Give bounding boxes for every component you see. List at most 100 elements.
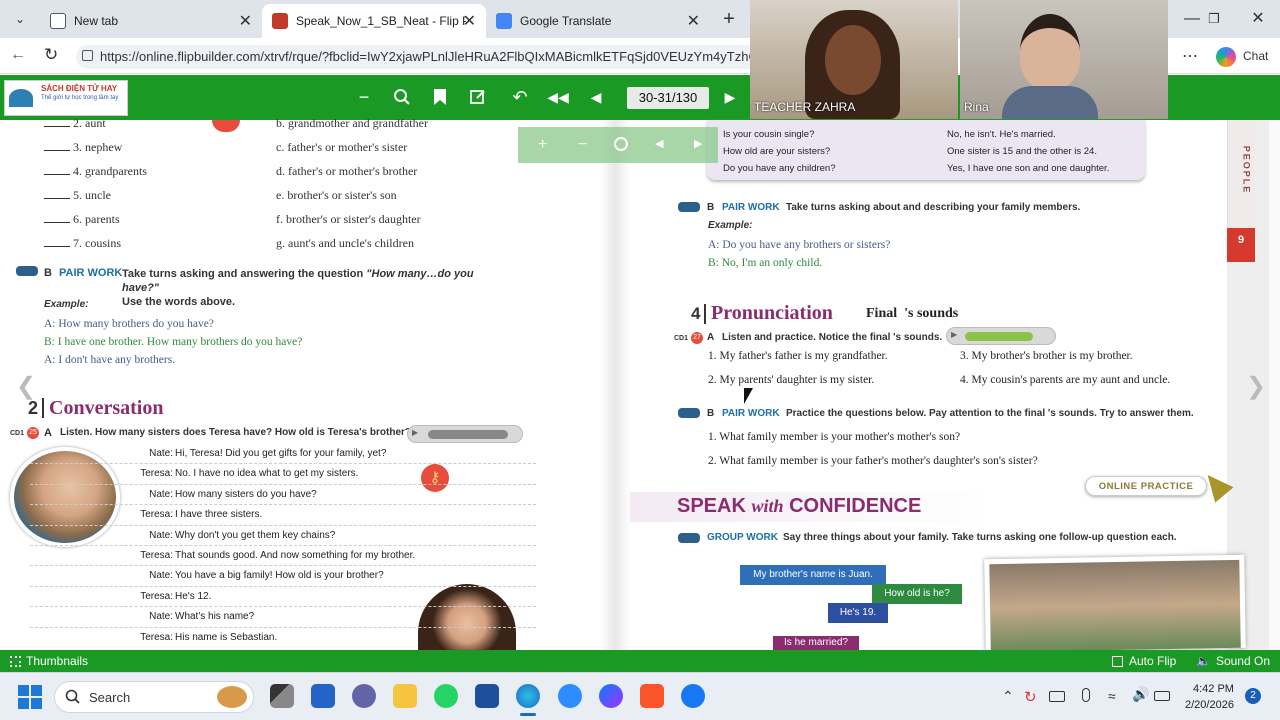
video-tile-teacher[interactable]: TEACHER ZAHRA — [750, 0, 958, 119]
tab-new-tab[interactable]: New tab ✕ — [40, 4, 262, 38]
zoom-out-icon[interactable]: − — [346, 75, 382, 120]
audio-track-bar[interactable] — [428, 430, 508, 439]
next-page-icon[interactable]: ▶ — [712, 75, 748, 120]
video-tile-student[interactable]: Rina — [960, 0, 1168, 119]
bookmark-icon[interactable] — [422, 75, 458, 120]
task-view-icon[interactable] — [270, 684, 294, 708]
sync-icon[interactable]: ↻ — [1024, 688, 1037, 706]
keyboard-icon[interactable] — [1049, 691, 1065, 702]
list-item: 1. My father's father is my grandfather. — [708, 350, 888, 362]
whatsapp-icon[interactable] — [434, 684, 458, 708]
tab-google-translate[interactable]: Google Translate ✕ — [486, 4, 710, 38]
close-icon[interactable]: ✕ — [239, 11, 252, 31]
store-icon[interactable] — [475, 684, 499, 708]
taskbar-search[interactable]: Search — [54, 681, 254, 713]
answer-blank — [44, 222, 70, 223]
edit-icon[interactable] — [460, 75, 496, 120]
photo-content — [989, 559, 1241, 653]
grammar-answers: No, he isn't. He's married. One sister i… — [947, 126, 1109, 177]
list-item: A: I don't have any brothers. — [44, 354, 176, 366]
tab-list-button[interactable]: ⌄ — [8, 7, 32, 31]
online-practice-badge[interactable]: ONLINE PRACTICE — [1085, 476, 1207, 496]
zoom-app-icon[interactable] — [558, 684, 582, 708]
pan-right-icon[interactable]: ▶ — [694, 137, 702, 150]
first-page-icon[interactable]: ◀◀ — [540, 75, 576, 120]
zoom-in-icon[interactable]: + — [538, 136, 547, 154]
pan-left-icon[interactable]: ◀ — [655, 137, 663, 150]
more-menu-icon[interactable]: ⋯ — [1182, 46, 1198, 66]
new-tab-button[interactable]: + — [716, 6, 742, 32]
list-item: 3. nephew c. father's or mother's sister — [44, 140, 564, 164]
line-text: How many sisters do you have? — [175, 488, 317, 500]
clock-time[interactable]: 4:42 PM — [1193, 683, 1234, 695]
pairwork-label: PAIR WORK — [722, 202, 780, 213]
previous-page-icon[interactable]: ◀ — [578, 75, 614, 120]
section-number: 4 — [691, 304, 707, 324]
microphone-icon[interactable] — [1082, 688, 1090, 702]
close-icon[interactable]: ✕ — [463, 11, 476, 31]
next-page-arrow[interactable]: ❯ — [1246, 372, 1266, 401]
clock-date[interactable]: 2/20/2026 — [1185, 699, 1234, 711]
line-text: No. I have no idea what to get my sister… — [175, 468, 359, 480]
speech-bubble: Is he married? — [773, 636, 859, 650]
teams-icon[interactable] — [352, 684, 376, 708]
tab-title: New tab — [74, 14, 119, 28]
share-icon[interactable]: ↶ — [502, 75, 538, 120]
pairwork-icon — [16, 266, 38, 276]
audio-player[interactable]: ▶ — [946, 327, 1056, 345]
chat-button[interactable]: Chat — [1243, 49, 1268, 63]
battery-icon[interactable] — [1154, 691, 1170, 701]
edge-icon[interactable] — [516, 684, 540, 708]
play-icon[interactable]: ▶ — [951, 330, 957, 339]
brave-icon[interactable] — [640, 684, 664, 708]
exercise-letter: B — [44, 267, 52, 279]
page-number-field[interactable]: 30-31/130 — [627, 87, 709, 109]
restore-button[interactable]: ❐ — [1192, 0, 1236, 38]
list-item: 6. parents f. brother's or sister's daug… — [44, 212, 564, 236]
person-avatar — [1020, 14, 1080, 89]
cd-label: CD1 — [674, 335, 689, 342]
zoom-fit-icon[interactable] — [614, 137, 628, 151]
new-tab-icon — [50, 13, 66, 29]
volume-icon[interactable]: 🔊 — [1132, 686, 1149, 703]
list-item: 7. cousins g. aunt's and uncle's childre… — [44, 236, 564, 260]
messenger-icon[interactable] — [599, 684, 623, 708]
dialogue-line: Teresa: He's 12. — [30, 587, 536, 608]
tray-chevron-icon[interactable]: ⌃ — [1002, 688, 1014, 705]
wifi-icon[interactable]: ≈ — [1108, 688, 1116, 704]
exercise-letter: B — [707, 408, 715, 419]
site-info-icon[interactable] — [82, 50, 93, 61]
shirt — [1002, 86, 1098, 119]
notification-badge[interactable]: 2 — [1245, 688, 1261, 704]
exercise-instruction: Listen. How many sisters does Teresa hav… — [60, 427, 412, 438]
participant-name: TEACHER ZAHRA — [754, 100, 856, 114]
close-icon[interactable]: ✕ — [687, 11, 700, 31]
sound-button[interactable]: 🔈 Sound On — [1196, 654, 1270, 668]
book-gutter — [600, 120, 630, 650]
search-icon[interactable] — [384, 75, 420, 120]
line-text: Why don't you get them key chains? — [175, 529, 336, 541]
zoom-out-icon[interactable]: − — [578, 136, 587, 154]
thumbnails-button[interactable]: Thumbnails — [10, 654, 88, 668]
audio-player[interactable]: ▶ — [407, 425, 523, 443]
reload-icon[interactable]: ↻ — [44, 45, 58, 65]
audio-progress-bar[interactable] — [965, 332, 1033, 341]
play-icon[interactable]: ▶ — [412, 428, 418, 437]
facebook-icon[interactable] — [681, 684, 705, 708]
list-item: Is your cousin single? — [723, 129, 815, 140]
close-window-button[interactable]: ✕ — [1236, 0, 1280, 38]
previous-page-arrow[interactable]: ❮ — [16, 372, 36, 401]
file-explorer-icon[interactable] — [393, 684, 417, 708]
example-label: Example: — [708, 220, 753, 231]
back-icon[interactable]: ← — [10, 46, 26, 64]
auto-flip-button[interactable]: Auto Flip — [1112, 654, 1176, 668]
tab-flip-pdf[interactable]: Speak_Now_1_SB_Neat - Flip PDF ✕ — [262, 4, 486, 38]
groupwork-icon — [678, 533, 700, 543]
pairwork-instruction: Practice the questions below. Pay attent… — [786, 408, 1194, 419]
url-field[interactable]: https://online.flipbuilder.com/xtrvf/rqu… — [76, 45, 776, 69]
windows-start-icon[interactable] — [18, 685, 42, 709]
dialogue-line: Nate: You have a big family! How old is y… — [30, 566, 536, 587]
widgets-icon[interactable] — [311, 684, 335, 708]
dialogue: Nate: Hi, Teresa! Did you get gifts for y… — [30, 444, 536, 648]
grid-icon — [10, 655, 21, 667]
